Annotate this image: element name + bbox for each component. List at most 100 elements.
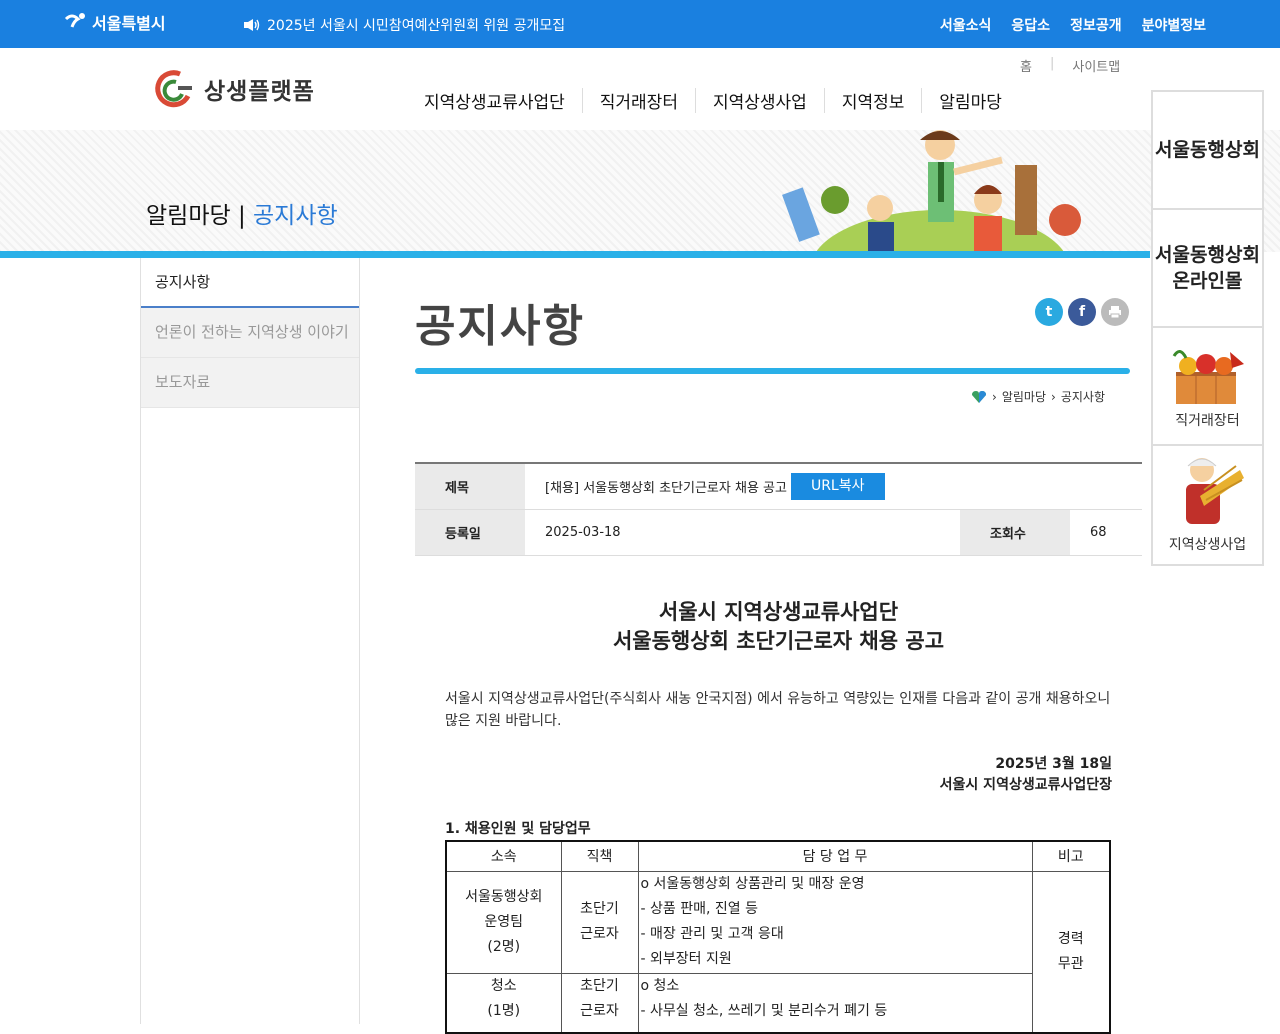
post-subject: [채용] 서울동행상회 초단기근로자 채용 공고 — [545, 481, 787, 496]
subject-label: 제목 — [415, 464, 525, 509]
banner-illustration — [782, 130, 1081, 252]
table-row: 서울동행상회 운영팀 (2명) 초단기 근로자 o 서울동행상회 상품관리 및 … — [445, 870, 1111, 1034]
post-date: 2025-03-18 — [525, 510, 960, 555]
top-link-info-open[interactable]: 정보공개 — [1070, 15, 1122, 35]
top-notice[interactable]: 2025년 서울시 시민참여예산위원회 위원 공개모집 — [243, 15, 565, 35]
nav-region-info[interactable]: 지역정보 — [823, 88, 922, 113]
copy-url-button[interactable]: URL복사 — [790, 473, 885, 500]
recruit-table: 소속 직책 담 당 업 무 비고 서울동행상회 운영팀 (2명) 초단기 근로자… — [445, 840, 1111, 1034]
quick-online-mall-label-1: 서울동행상회 — [1155, 244, 1260, 266]
row1-position-line: 초단기 — [580, 901, 619, 917]
table-row: 청소 (1명) 초단기 근로자 o 청소 - 사무실 청소, 쓰레기 및 분리수… — [445, 972, 1110, 1034]
note-line: 경력 — [1057, 930, 1084, 947]
row2-duty-line: o 청소 — [640, 977, 680, 994]
row2-position-line: 근로자 — [580, 1002, 619, 1019]
side-nav-press-release[interactable]: 보도자료 — [141, 358, 359, 408]
banner-accent-line — [0, 251, 1150, 258]
doc-title-line1: 서울시 지역상생교류사업단 — [658, 600, 899, 624]
date-label: 등록일 — [415, 510, 525, 555]
row1-duty-line: - 상품 판매, 진열 등 — [640, 901, 758, 917]
breadcrumb: › 알림마당 › 공지사항 — [971, 388, 1105, 405]
brand-name: 상생플랫폼 — [204, 79, 315, 105]
nav-exchange-group[interactable]: 지역상생교류사업단 — [424, 88, 582, 113]
row2-dept: 청소 (1명) — [445, 972, 562, 1034]
post-info-table: 제목 [채용] 서울동행상회 초단기근로자 채용 공고 URL복사 등록일 20… — [415, 462, 1142, 556]
nav-direct-market[interactable]: 직거래장터 — [581, 88, 695, 113]
brand-logo-icon — [155, 70, 192, 108]
side-nav-notice[interactable]: 공지사항 — [141, 258, 359, 308]
row2-dept-line: (1명) — [487, 1002, 521, 1019]
quick-online-mall-label-2: 온라인몰 — [1172, 270, 1243, 292]
quick-online-mall[interactable]: 서울동행상회 온라인몰 — [1153, 210, 1262, 328]
seoul-logo-icon — [64, 13, 85, 28]
banner-title: 알림마당 | 공지사항 — [146, 196, 338, 230]
col-header-position: 직책 — [560, 840, 639, 872]
seoul-logo[interactable]: 서울특별시 — [62, 10, 166, 34]
brand-logo[interactable]: 상생플랫폼 — [150, 66, 315, 112]
nav-coexistence-project[interactable]: 지역상생사업 — [694, 88, 824, 113]
share-buttons: t f — [1035, 298, 1129, 326]
home-icon[interactable] — [971, 390, 987, 404]
doc-section-heading: 1. 채용인원 및 담당업무 — [445, 821, 591, 837]
note-cell: 경력 무관 — [1031, 870, 1111, 1034]
quick-dongheng-store[interactable]: 서울동행상회 — [1153, 92, 1262, 210]
facebook-icon[interactable]: f — [1068, 298, 1096, 326]
twitter-icon[interactable]: t — [1035, 298, 1063, 326]
breadcrumb-item-section[interactable]: 알림마당 — [1002, 388, 1046, 405]
nav-notice-board[interactable]: 알림마당 — [921, 88, 1019, 113]
top-notice-text: 2025년 서울시 시민참여예산위원회 위원 공개모집 — [267, 18, 566, 34]
views-label: 조회수 — [960, 510, 1070, 555]
util-home[interactable]: 홈 — [1020, 56, 1032, 75]
side-nav-press-stories[interactable]: 언론이 전하는 지역상생 이야기 — [141, 308, 359, 358]
row1-dept-line: (2명) — [487, 938, 521, 955]
quick-coexistence-project-label: 지역상생사업 — [1168, 537, 1247, 553]
breadcrumb-item-current[interactable]: 공지사항 — [1061, 388, 1105, 405]
post-subject-row: 제목 [채용] 서울동행상회 초단기근로자 채용 공고 URL복사 — [415, 464, 1142, 510]
col-header-note: 비고 — [1031, 840, 1111, 872]
row1-duties: o 서울동행상회 상품관리 및 매장 운영 - 상품 판매, 진열 등 - 매장… — [637, 870, 1033, 974]
speaker-icon — [244, 19, 260, 31]
col-header-dept: 소속 — [445, 840, 562, 872]
row2-position: 초단기 근로자 — [560, 972, 639, 1034]
vegetable-crate-icon — [1172, 350, 1244, 404]
main-nav: 지역상생교류사업단 직거래장터 지역상생사업 지역정보 알림마당 — [424, 88, 1019, 113]
doc-title-line2: 서울동행상회 초단기근로자 채용 공고 — [612, 629, 945, 653]
top-link-category-info[interactable]: 분야별정보 — [1142, 15, 1206, 35]
row2-dept-line: 청소 — [490, 977, 517, 994]
quick-direct-market-label: 직거래장터 — [1175, 413, 1240, 429]
row1-duty-line: - 매장 관리 및 고객 응대 — [640, 926, 784, 942]
row1-position-line: 근로자 — [580, 926, 619, 942]
row2-duty-line: - 사무실 청소, 쓰레기 및 분리수거 폐기 등 — [640, 1002, 888, 1019]
seoul-topbar: 서울특별시 2025년 서울시 시민참여예산위원회 위원 공개모집 서울소식 응… — [0, 0, 1280, 48]
util-separator: | — [1049, 56, 1055, 71]
post-meta-row: 등록일 2025-03-18 조회수 68 — [415, 510, 1142, 556]
doc-intro: 서울시 지역상생교류사업단(주식회사 새농 안국지점) 에서 유능하고 역량있는… — [445, 691, 1111, 729]
row2-duties: o 청소 - 사무실 청소, 쓰레기 및 분리수거 폐기 등 — [637, 972, 1033, 1034]
row1-position: 초단기 근로자 — [560, 870, 639, 974]
doc-title: 서울시 지역상생교류사업단 서울동행상회 초단기근로자 채용 공고 — [415, 598, 1142, 656]
quick-direct-market[interactable]: 직거래장터 — [1153, 328, 1262, 446]
post-views: 68 — [1090, 525, 1107, 540]
top-link-response[interactable]: 응답소 — [1011, 15, 1050, 35]
row1-dept: 서울동행상회 운영팀 (2명) — [445, 870, 562, 974]
row1-duty-line: o 서울동행상회 상품관리 및 매장 운영 — [640, 876, 865, 892]
banner-current: 공지사항 — [253, 203, 338, 229]
sub-banner: 알림마당 | 공지사항 — [0, 130, 1280, 252]
title-underline — [415, 368, 1130, 374]
print-icon[interactable] — [1101, 298, 1129, 326]
doc-date: 2025년 3월 18일 — [995, 756, 1112, 772]
doc-org: 서울시 지역상생교류사업단장 — [939, 777, 1112, 793]
util-sitemap[interactable]: 사이트맵 — [1072, 56, 1120, 75]
breadcrumb-separator: › — [1051, 389, 1056, 404]
banner-section: 알림마당 — [146, 203, 231, 229]
top-link-news[interactable]: 서울소식 — [940, 15, 992, 35]
quick-menu: 서울동행상회 서울동행상회 온라인몰 직거래장터 지역상생사업 — [1151, 90, 1264, 566]
breadcrumb-separator: › — [992, 389, 997, 404]
side-nav: 공지사항 언론이 전하는 지역상생 이야기 보도자료 — [140, 258, 360, 1024]
banner-divider: | — [230, 203, 254, 229]
row2-position-line: 초단기 — [580, 977, 619, 994]
quick-dongheng-store-label: 서울동행상회 — [1155, 139, 1260, 161]
seoul-logo-text: 서울특별시 — [92, 14, 166, 33]
col-header-duties: 담 당 업 무 — [637, 840, 1033, 872]
quick-coexistence-project[interactable]: 지역상생사업 — [1153, 446, 1262, 564]
